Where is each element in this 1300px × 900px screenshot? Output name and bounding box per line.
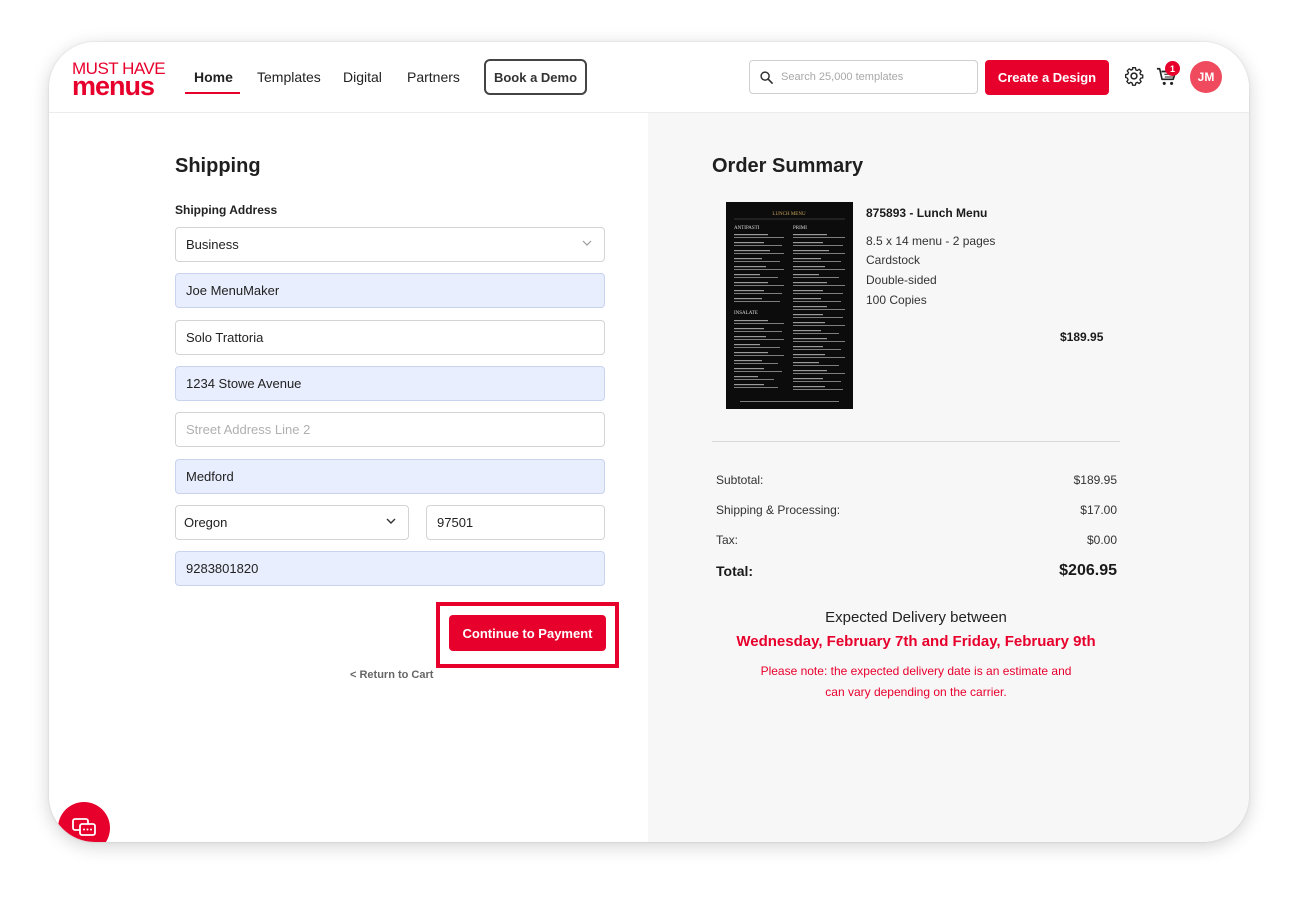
chevron-down-icon [386, 518, 396, 524]
state-value: Oregon [184, 515, 228, 530]
product-size: 8.5 x 14 menu - 2 pages [866, 234, 996, 248]
delivery-heading: Expected Delivery between [825, 609, 1007, 626]
shipping-processing-value: $17.00 [1080, 503, 1117, 517]
continue-to-payment-button[interactable]: Continue to Payment [449, 615, 606, 651]
city-value: Medford [186, 469, 234, 484]
thumb-col2-heading: PRIMI [793, 226, 807, 231]
product-paper: Cardstock [866, 253, 921, 267]
book-demo-button[interactable]: Book a Demo [484, 59, 587, 95]
nav-active-indicator [185, 92, 240, 94]
summary-divider [712, 441, 1120, 442]
product-sides: Double-sided [866, 273, 937, 287]
zip-field[interactable]: 97501 [426, 505, 605, 540]
cart-count-badge: 1 [1165, 61, 1180, 76]
company-value: Solo Trattoria [186, 330, 264, 345]
street-address-value: 1234 Stowe Avenue [186, 376, 302, 391]
address-type-value: Business [186, 237, 239, 252]
subtotal-label: Subtotal: [716, 473, 764, 487]
delivery-note: Please note: the expected delivery date … [760, 664, 1072, 699]
phone-value: 9283801820 [186, 561, 259, 576]
phone-field[interactable]: 9283801820 [175, 551, 605, 586]
brand-logo[interactable]: MUST HAVE menus [72, 60, 166, 101]
city-field[interactable]: Medford [175, 459, 605, 494]
tax-value: $0.00 [1086, 533, 1117, 547]
shipping-address-label: Shipping Address [175, 203, 278, 217]
thumb-heading: LUNCH MENU [772, 212, 806, 217]
app-window: MUST HAVE menus Home Templates Digital P… [49, 42, 1249, 842]
name-field[interactable]: Joe MenuMaker [175, 273, 605, 308]
name-value: Joe MenuMaker [186, 283, 280, 298]
chat-button[interactable] [58, 802, 110, 842]
tax-label: Tax: [716, 533, 739, 547]
chat-icon [72, 818, 96, 836]
nav-home[interactable]: Home [194, 69, 233, 85]
search-input[interactable] [781, 71, 961, 83]
nav-partners[interactable]: Partners [407, 69, 460, 85]
brand-logo-line2: menus [72, 71, 155, 101]
menu-thumbnail-art: LUNCH MENU ANTIPASTI PRIMI INSALATE [726, 202, 853, 409]
shipping-panel: Shipping Shipping Address Business Joe M… [49, 113, 648, 842]
chevron-down-icon [582, 240, 592, 246]
street-address-field[interactable]: 1234 Stowe Avenue [175, 366, 605, 401]
address-type-select[interactable]: Business [175, 227, 605, 262]
order-summary-panel: Order Summary LUNCH MENU ANTIPASTI PRIMI [648, 113, 1249, 842]
nav-templates[interactable]: Templates [257, 69, 321, 85]
top-header: MUST HAVE menus Home Templates Digital P… [49, 42, 1249, 113]
thumb-col1-heading2: INSALATE [734, 311, 758, 316]
state-select[interactable]: Oregon [175, 505, 409, 540]
shipping-title: Shipping [175, 155, 261, 177]
nav-digital[interactable]: Digital [343, 69, 382, 85]
search-icon [760, 70, 773, 84]
order-summary-title: Order Summary [712, 155, 864, 177]
menu-thumbnail: LUNCH MENU ANTIPASTI PRIMI INSALATE [726, 202, 853, 409]
company-field[interactable]: Solo Trattoria [175, 320, 605, 355]
product-title: 875893 - Lunch Menu [866, 206, 988, 220]
street-address-line2-field[interactable]: Street Address Line 2 [175, 412, 605, 447]
street-address-line2-placeholder: Street Address Line 2 [186, 422, 311, 437]
product-price: $189.95 [1060, 330, 1104, 344]
gear-icon[interactable] [1124, 66, 1144, 86]
thumb-col1-heading: ANTIPASTI [734, 226, 760, 231]
total-value: $206.95 [1059, 562, 1117, 579]
search-box[interactable] [749, 60, 978, 94]
shipping-processing-label: Shipping & Processing: [716, 503, 841, 517]
delivery-dates: Wednesday, February 7th and Friday, Febr… [736, 633, 1096, 650]
total-label: Total: [716, 563, 754, 579]
product-copies: 100 Copies [866, 293, 927, 307]
zip-value: 97501 [437, 515, 474, 530]
return-to-cart-link[interactable]: < Return to Cart [350, 669, 433, 681]
create-design-button[interactable]: Create a Design [985, 60, 1109, 95]
subtotal-value: $189.95 [1073, 473, 1117, 487]
avatar[interactable]: JM [1190, 61, 1222, 93]
